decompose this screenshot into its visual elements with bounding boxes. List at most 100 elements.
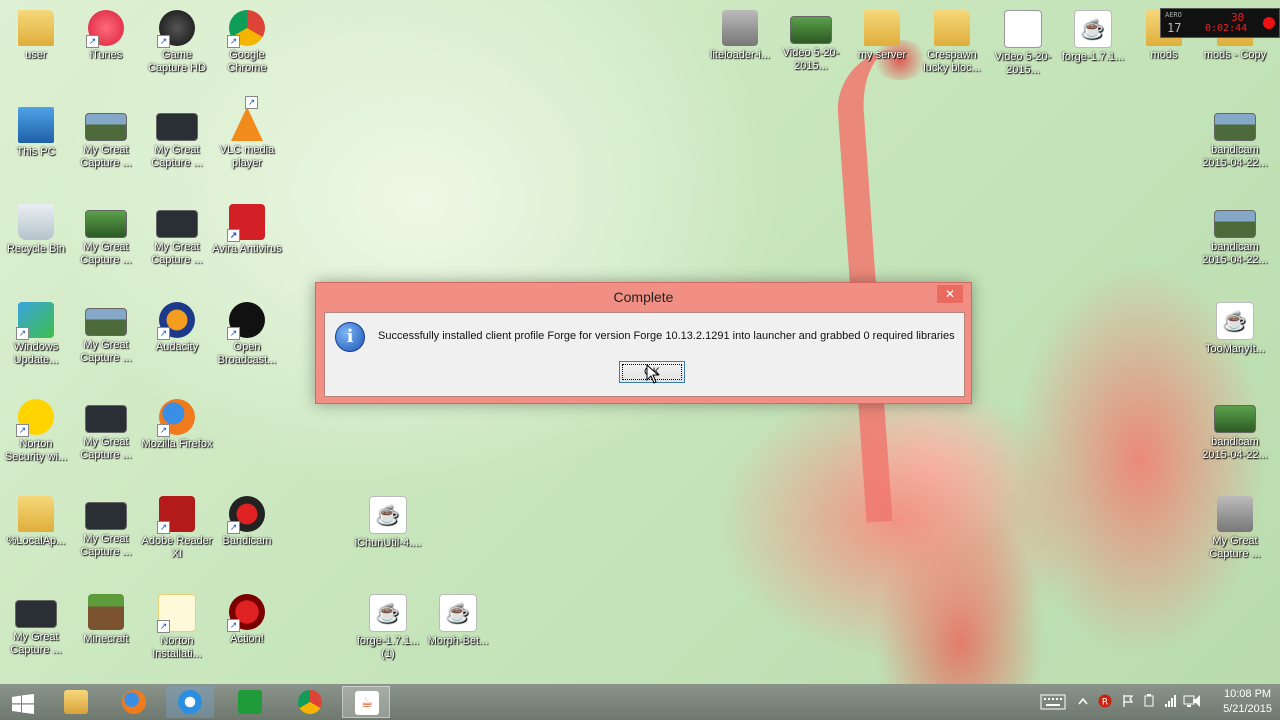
desktop-icon-forge-1-7-1-1[interactable]: ☕ forge-1.7.1... (1): [352, 590, 424, 661]
signal-icon[interactable]: [1164, 694, 1178, 708]
taskbar-store[interactable]: [226, 686, 274, 718]
desktop-icon-bandicam[interactable]: Bandicam: [211, 492, 283, 548]
record-dot-icon: [1263, 17, 1275, 29]
desktop-icon-label: My Great Capture ...: [80, 533, 132, 558]
desktop-icon-label: iChunUtil-4....: [354, 537, 422, 549]
desktop-icon-norton-security-wi[interactable]: Norton Security wi...: [0, 395, 72, 464]
desktop-icon-bandicam-2015-04-22[interactable]: bandicam 2015-04-22...: [1199, 200, 1271, 267]
desktop-icon-open-broadcast[interactable]: Open Broadcast...: [211, 298, 283, 367]
volume-icon[interactable]: [1192, 694, 1204, 708]
desktop-icon-label: bandicam 2015-04-22...: [1202, 241, 1268, 266]
taskbar-firefox[interactable]: [110, 686, 158, 718]
desktop-icon-label: forge-1.7.1... (1): [356, 635, 420, 660]
chevron-up-icon[interactable]: [1078, 697, 1088, 705]
folder-icon: [18, 10, 54, 46]
folder-icon: [934, 10, 970, 46]
desktop-icon-label: user: [25, 49, 47, 61]
desktop-icon-label: mods: [1150, 49, 1178, 61]
java-icon: ☕: [1074, 10, 1112, 48]
taskbar-java[interactable]: ☕: [342, 686, 390, 718]
clock-time: 10:08 PM: [1223, 688, 1272, 700]
desktop-icon-my-great-capture[interactable]: My Great Capture ...: [70, 103, 142, 170]
desktop-icon-label: Bandicam: [222, 535, 272, 547]
recording-mode-label: AERO: [1165, 11, 1182, 19]
desktop-icon-user[interactable]: user: [0, 6, 72, 62]
desktop-icon-label: Avira Antivirus: [212, 243, 282, 255]
desktop-icon-crespawn-lucky-bloc[interactable]: Crespawn lucky bloc...: [916, 6, 988, 75]
desktop-icon-ichunutil-4[interactable]: ☕ iChunUtil-4....: [352, 492, 424, 550]
desktop-icon-my-great-capture[interactable]: My Great Capture ...: [70, 298, 142, 365]
desktop-icon-game-capture-hd[interactable]: Game Capture HD: [141, 6, 213, 75]
desktop-icon-minecraft[interactable]: Minecraft: [70, 590, 142, 646]
firefox-icon: [122, 690, 146, 714]
taskbar-file-explorer[interactable]: [52, 686, 100, 718]
desktop-icon-adobe-reader-xi[interactable]: Adobe Reader XI: [141, 492, 213, 561]
desktop-icon-label: Open Broadcast...: [217, 341, 277, 366]
folder-icon: [864, 10, 900, 46]
desktop-icon-label: Norton Security wi...: [4, 438, 68, 463]
desktop-icon-morph-bet[interactable]: ☕ Morph-Bet...: [422, 590, 494, 648]
desktop-icon-label: bandicam 2015-04-22...: [1202, 144, 1268, 169]
desktop-icon-label: My Great Capture ...: [151, 241, 203, 266]
desktop-icon-my-great-capture[interactable]: My Great Capture ...: [141, 103, 213, 170]
desktop-icon-label: My Great Capture ...: [10, 631, 62, 656]
desktop-icon-forge-1-7-1[interactable]: ☕ forge-1.7.1...: [1057, 6, 1129, 64]
dialog-body: i Successfully installed client profile …: [324, 312, 965, 397]
desktop-icon-video-5-20-2015[interactable]: Video 5-20-2015...: [987, 6, 1059, 77]
start-button[interactable]: [0, 686, 48, 718]
winupd-icon: [16, 302, 54, 340]
game-icon: [157, 10, 195, 48]
desktop-icon-label: This PC: [16, 146, 56, 158]
desktop-icon-my-great-capture[interactable]: My Great Capture ...: [70, 395, 142, 462]
mouse-cursor-icon: [646, 364, 660, 384]
desktop-icon-label: Video 5-20-2015...: [782, 47, 840, 72]
desktop-icon-windows-update[interactable]: Windows Update...: [0, 298, 72, 367]
chrome-icon: [298, 690, 322, 714]
desktop-icon-my-great-capture[interactable]: My Great Capture ...: [70, 492, 142, 559]
desktop-icon-my-great-capture[interactable]: My Great Capture ...: [1199, 492, 1271, 561]
taskbar-internet-explorer[interactable]: [166, 686, 214, 718]
desktop-icon-localap[interactable]: %LocalAp...: [0, 492, 72, 548]
desktop-icon-label: Action!: [230, 633, 264, 645]
desktop-icon-my-great-capture[interactable]: My Great Capture ...: [70, 200, 142, 267]
desktop-icon-toomanyit[interactable]: ☕ TooManyIt...: [1199, 298, 1271, 356]
desktop-icon-my-great-capture[interactable]: My Great Capture ...: [141, 200, 213, 267]
close-icon[interactable]: ✕: [937, 285, 963, 303]
thumb-sky-icon: [85, 113, 127, 141]
record-app-icon[interactable]: R: [1098, 694, 1112, 708]
desktop-icon-video-5-20-2015[interactable]: Video 5-20-2015...: [775, 6, 847, 73]
power-icon[interactable]: [1142, 694, 1156, 708]
svg-text:R: R: [1102, 698, 1108, 708]
desktop-icon-itunes[interactable]: iTunes: [70, 6, 142, 62]
taskbar-clock[interactable]: 10:08 PM 5/21/2015: [1223, 687, 1272, 717]
desktop-icon-my-server[interactable]: my server: [846, 6, 918, 62]
bin-icon: [18, 204, 54, 240]
taskbar-chrome[interactable]: [286, 686, 334, 718]
desktop-icon-action[interactable]: Action!: [211, 590, 283, 646]
flag-icon[interactable]: [1122, 694, 1134, 708]
desktop-icon-google-chrome[interactable]: Google Chrome: [211, 6, 283, 75]
desktop-icon-audacity[interactable]: Audacity: [141, 298, 213, 354]
desktop-icon-bandicam-2015-04-22[interactable]: bandicam 2015-04-22...: [1199, 103, 1271, 170]
keyboard-icon[interactable]: [1040, 694, 1066, 710]
desktop-icon-liteloader-i[interactable]: liteloader-i...: [704, 6, 776, 62]
film-icon: [1004, 10, 1042, 48]
pc-icon: [18, 107, 54, 143]
desktop-icon-label: My Great Capture ...: [151, 144, 203, 169]
desktop-icon-label: Mozilla Firefox: [141, 438, 213, 450]
system-tray: R: [1036, 684, 1196, 720]
desktop-icon-avira-antivirus[interactable]: Avira Antivirus: [211, 200, 283, 256]
desktop-icon-label: liteloader-i...: [710, 49, 770, 61]
desktop-icon-label: Crespawn lucky bloc...: [923, 49, 981, 74]
desktop-icon-label: Game Capture HD: [147, 49, 207, 74]
desktop-icon-mozilla-firefox[interactable]: Mozilla Firefox: [141, 395, 213, 451]
desktop-icon-vlc-media-player[interactable]: VLC media player: [211, 96, 283, 170]
desktop-icon-recycle-bin[interactable]: Recycle Bin: [0, 200, 72, 256]
desktop-icon-my-great-capture[interactable]: My Great Capture ...: [0, 590, 72, 657]
desktop-icon-this-pc[interactable]: This PC: [0, 103, 72, 159]
file-explorer-icon: [64, 690, 88, 714]
recording-overlay: AERO 17 30 0:02:44: [1160, 8, 1280, 38]
desktop-icon-norton-installati[interactable]: Norton Installati...: [141, 590, 213, 661]
thumb-sky-icon: [1214, 210, 1256, 238]
desktop-icon-bandicam-2015-04-22[interactable]: bandicam 2015-04-22...: [1199, 395, 1271, 462]
